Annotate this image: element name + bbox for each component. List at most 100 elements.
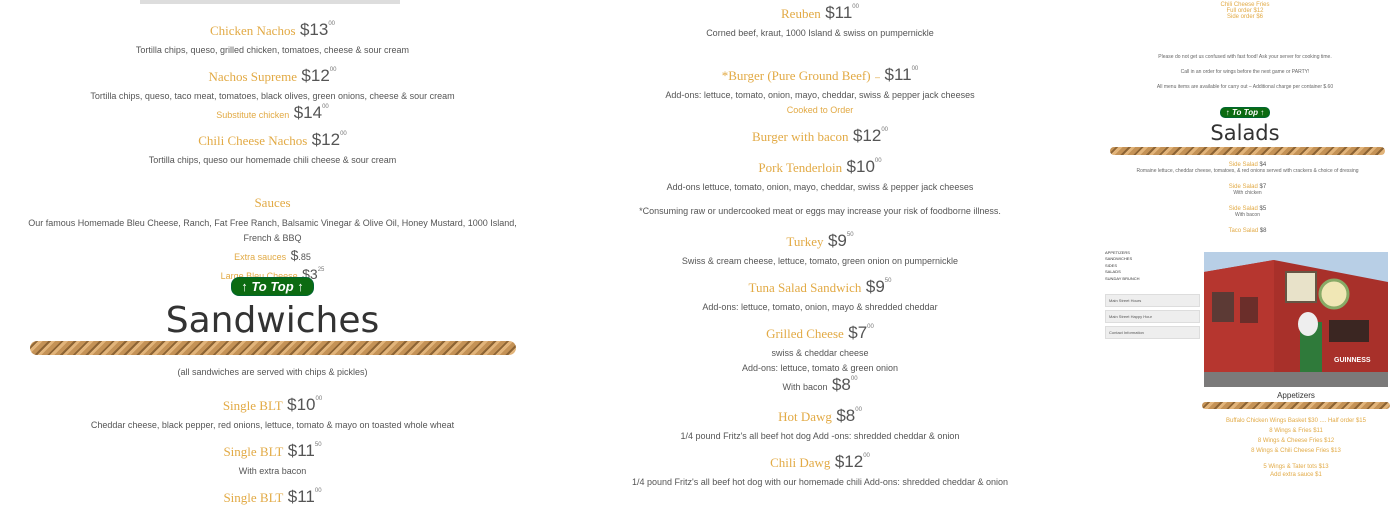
item-cents: 00 [855,407,862,413]
item-price: $10 [287,395,316,414]
item-cents: 00 [340,131,347,137]
item-name: Chili Cheese Nachos [198,133,308,148]
menu-item-hot-dawg: Hot Dawg $800 1/4 pound Fritz's all beef… [610,407,1030,442]
item-description: 1/4 pound Fritz's all beef hot dog with … [632,477,1008,487]
menu-notes: Please do not get us confused with fast … [1145,54,1345,90]
item-name: Grilled Cheese [766,326,844,341]
item-cents: 50 [884,278,892,284]
with-bacon-cents: 00 [850,375,858,382]
substitute-cents: 00 [322,103,329,110]
item-price: $11 [825,3,853,22]
item-addons: Add-ons: lettuce, tomato & green onion [741,362,899,373]
item-description: Add-ons lettuce, tomato, onion, mayo, ch… [666,182,974,192]
item-description: Cheddar cheese, black pepper, red onions… [90,420,455,430]
salad-desc: With chicken [1233,190,1262,196]
salad-desc: With bacon [1234,212,1260,218]
right-to-top-wrap: ↑ To Top ↑ [1195,102,1295,120]
menu-item-tuna: Tuna Salad Sandwich $950 Add-ons: lettuc… [610,278,1030,313]
item-cents: 50 [846,232,854,238]
menu-item-turkey: Turkey $950 Swiss & cream cheese, lettuc… [610,232,1030,267]
extra-sauces-cents: .85 [298,251,311,262]
item-cents: 00 [874,158,882,164]
item-price: $13 [299,20,329,39]
to-top-label: To Top [1231,108,1259,117]
menu-item-reuben: Reuben $1100 Corned beef, kraut, 1000 Is… [610,4,1030,39]
item-cents: 00 [329,67,337,73]
item-description: 1/4 pound Fritz's all beef hot dog Add -… [680,431,960,441]
item-cents: 00 [867,324,874,330]
salads-heading: Salads [1210,121,1280,145]
rope-divider [1202,402,1390,409]
menu-item-single-blt: Single BLT $1000 Cheddar cheese, black p… [20,396,525,431]
item-cents: 50 [314,442,322,448]
arrow-up-icon: ↑ [241,279,248,294]
menu-item-chili-cheese-nachos: Chili Cheese Nachos $1200 Tortilla chips… [20,131,525,166]
item-description: Swiss & cream cheese, lettuce, tomato, g… [681,256,959,266]
hours-button[interactable]: Main Street Hours [1105,293,1200,307]
note: Call in an order for wings before the ne… [1180,69,1310,75]
substitute-label: Substitute chicken [216,109,290,120]
item-name: *Burger (Pure Ground Beef) [721,68,871,83]
item-cents: 00 [315,396,323,402]
salads-list: Side Salad $4 Romaine lettuce, cheddar c… [1120,162,1375,234]
item-name: Chili Dawg [770,455,831,470]
menu-item-chili-dawg: Chili Dawg $1200 1/4 pound Fritz's all b… [610,453,1030,488]
item-description: Tortilla chips, queso our homemade chili… [148,155,397,165]
mini-nav-item[interactable]: SUNDAY BRUNCH [1105,276,1200,282]
appetizers-list: Buffalo Chicken Wings Basket $30 .... Ha… [1204,418,1388,478]
item-price: $8 [836,406,856,425]
item-cents: 00 [863,453,870,459]
salad-desc: Romaine lettuce, cheddar cheese, tomatoe… [1136,168,1359,174]
appetizer-item: 8 Wings & Fries $11 [1269,428,1323,434]
food-warning: *Consuming raw or undercooked meat or eg… [639,206,1001,216]
to-top-button[interactable]: ↑ To Top ↑ [231,277,314,296]
fries-item: Chili Cheese Fries Full order $12 Side o… [1195,2,1295,20]
item-cents: 00 [911,66,919,72]
building-sign: GUINNESS [1334,357,1371,364]
item-description: Corned beef, kraut, 1000 Island & swiss … [706,28,934,38]
item-cents: 00 [314,488,322,494]
contact-button[interactable]: Contact Information [1105,325,1200,339]
item-price: $11 [287,441,315,460]
menu-item-single-blt-cut: Single BLT $1100 [20,488,525,506]
item-price: $11 [287,487,315,506]
menu-item-nachos-supreme: Nachos Supreme $1200 Tortilla chips, que… [20,67,525,122]
dash: – [875,72,881,82]
large-bleu-cents: 25 [317,266,325,273]
item-name: Burger with bacon [751,129,849,144]
item-cents: 00 [852,4,859,10]
with-bacon-price: $8 [831,374,851,394]
item-description: Tortilla chips, queso, taco meat, tomato… [90,91,455,101]
item-price: $9 [827,231,847,250]
item-name: Single BLT [223,490,284,505]
cooked-to-order: Cooked to Order [786,104,854,115]
item-description: With extra bacon [238,466,307,476]
note: Please do not get us confused with fast … [1158,54,1332,60]
menu-item-grilled-cheese: Grilled Cheese $700 swiss & cheddar chee… [610,324,1030,394]
item-description: Add-ons: lettuce, tomato, onion, mayo & … [702,302,938,312]
item-cents: 00 [328,21,336,27]
rope-divider [1110,147,1385,155]
menu-item-burger: *Burger (Pure Ground Beef) – $1100 Add-o… [610,66,1030,115]
with-bacon-label: With bacon [782,381,828,392]
item-name: Tuna Salad Sandwich [748,280,862,295]
item-name: Nachos Supreme [208,69,297,84]
sauces-description: Our famous Homemade Bleu Cheese, Ranch, … [28,218,517,244]
item-description: Tortilla chips, queso, grilled chicken, … [135,45,410,55]
item-name: Single BLT [223,444,284,459]
building-illustration [1204,252,1388,387]
item-price: $12 [852,126,882,145]
rope-divider [30,341,516,355]
item-description: Add-ons: lettuce, tomato, onion, mayo, c… [665,90,975,100]
item-name: Pork Tenderloin [758,160,843,175]
item-name: Single BLT [222,398,283,413]
item-name: Turkey [786,234,824,249]
right-preview-column: Chili Cheese Fries Full order $12 Side o… [1100,0,1395,500]
to-top-button-wrap: ↑ To Top ↑ [20,277,525,296]
salad-item: Taco Salad $8 [1120,228,1375,234]
salad-price: $8 [1259,228,1267,234]
fries-side: Side order $6 [1226,14,1264,20]
happy-hour-button[interactable]: Main Street Happy Hour [1105,309,1200,323]
item-price: $7 [848,323,868,342]
right-to-top-button[interactable]: ↑ To Top ↑ [1219,107,1271,118]
